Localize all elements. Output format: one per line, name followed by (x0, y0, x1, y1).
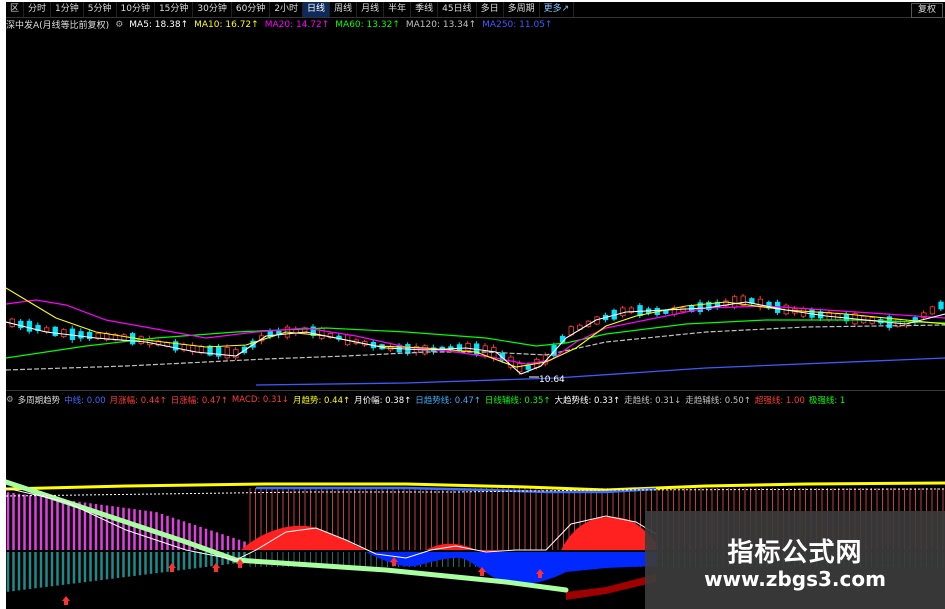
watermark-title: 指标公式网 (727, 538, 863, 568)
red-hill-3 (561, 517, 656, 550)
watermark-url: www.zbgs3.com (704, 567, 886, 591)
signal-arrow-2 (168, 563, 176, 572)
signal-arrow-3 (212, 563, 220, 572)
dark-red-band (566, 574, 656, 600)
signal-arrow-1 (62, 596, 70, 605)
watermark-box: 指标公式网 www.zbgs3.com (645, 511, 945, 609)
blue-trough-1 (246, 552, 656, 584)
app-window: 区 分时 1分钟 5分钟 10分钟 15分钟 30分钟 60分钟 2小时 日线 … (0, 0, 945, 609)
